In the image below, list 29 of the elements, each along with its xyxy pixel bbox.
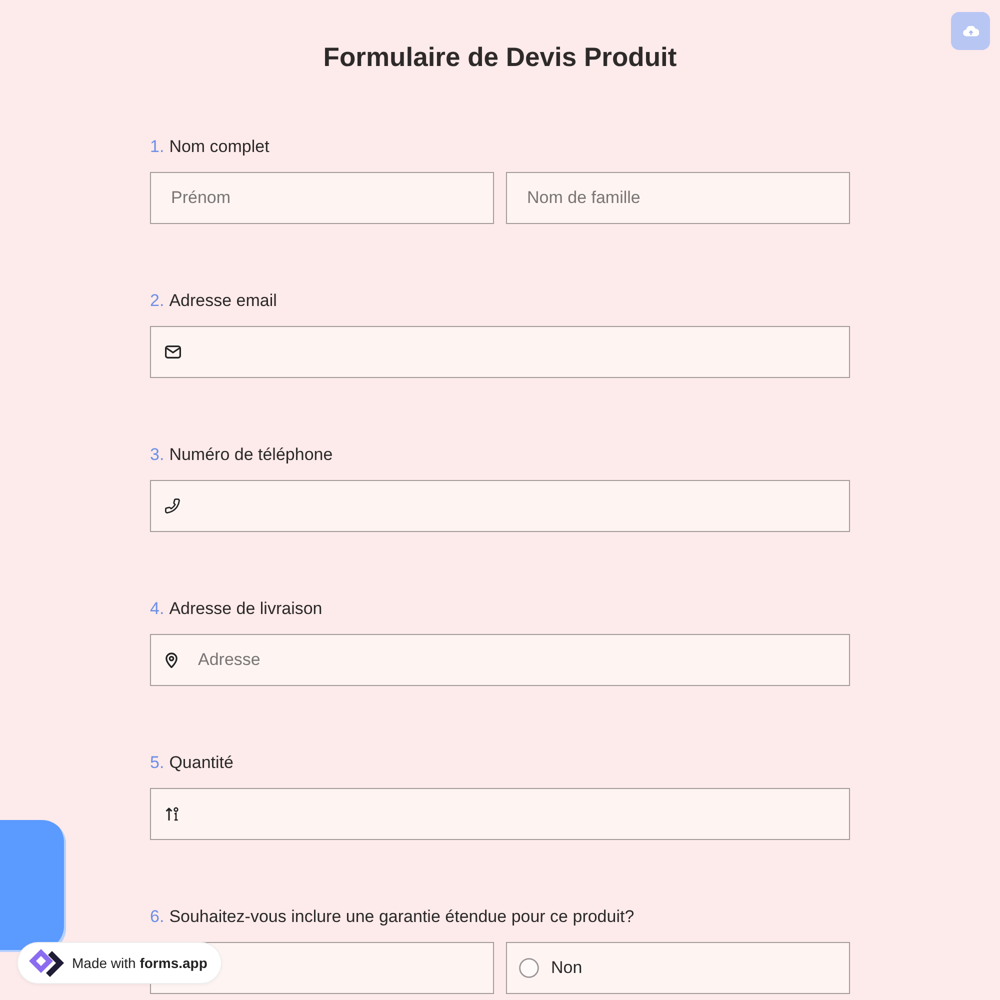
choice-option[interactable]: Non (506, 942, 850, 994)
question-number: 3. (150, 445, 164, 465)
logo-icon (27, 947, 66, 979)
question-label: Quantité (169, 753, 234, 773)
radio-button[interactable] (519, 958, 539, 978)
mail-icon (165, 346, 181, 358)
question-number: 6. (150, 907, 164, 927)
form-title: Formulaire de Devis Produit (323, 41, 677, 73)
phone-icon (165, 498, 180, 514)
text-field[interactable]: Prénom (150, 172, 494, 224)
text-field[interactable]: Nom de famille (506, 172, 850, 224)
upload-button[interactable] (951, 12, 990, 50)
question-number: 4. (150, 599, 164, 619)
cloud-upload-icon (962, 26, 978, 36)
email-field[interactable] (150, 326, 850, 378)
quantity-field[interactable] (150, 788, 850, 840)
sort-number-icon (165, 807, 180, 821)
question-label: Adresse email (169, 291, 277, 311)
address-field[interactable]: Adresse (150, 634, 850, 686)
question-label: Nom complet (169, 137, 270, 157)
question-label: Souhaitez-vous inclure une garantie étendue pour ce produit? (169, 907, 634, 927)
made-with-overlay[interactable]: Made with forms.app (18, 943, 222, 983)
map-pin-icon (165, 652, 178, 668)
phone-field[interactable] (150, 480, 850, 532)
question-number: 2. (150, 291, 164, 311)
question-number: 5. (150, 753, 164, 773)
question-label: Numéro de téléphone (169, 445, 333, 465)
question-label: Adresse de livraison (169, 599, 322, 619)
question-number: 1. (150, 137, 164, 157)
